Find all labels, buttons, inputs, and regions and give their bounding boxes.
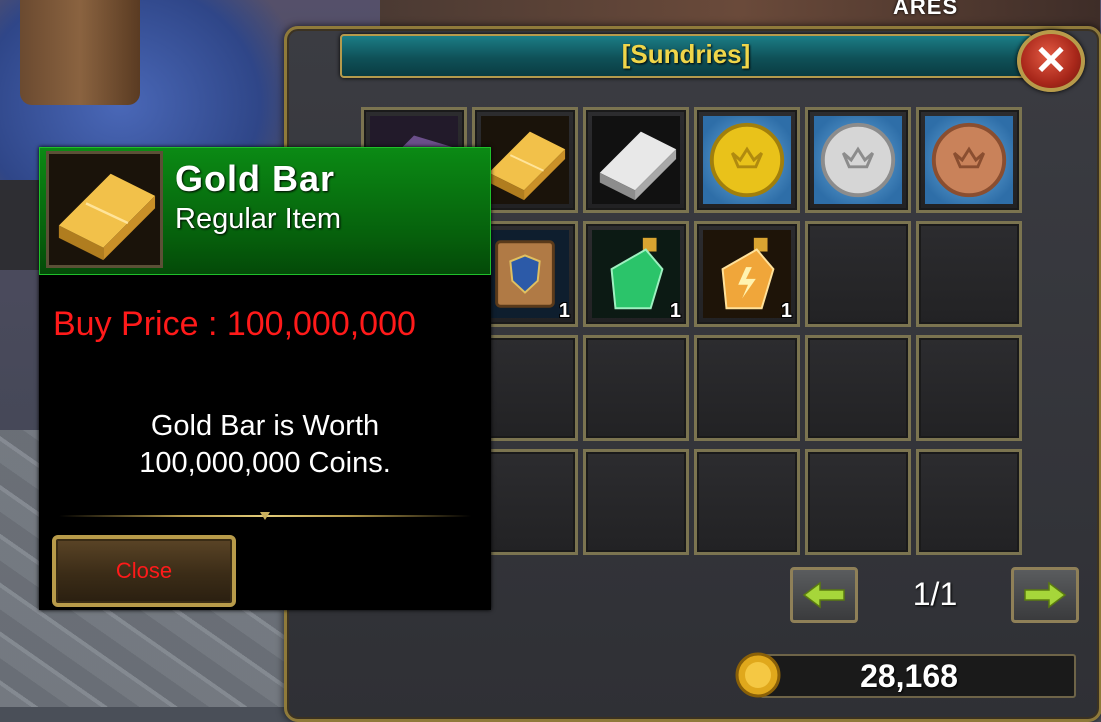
prev-page-button[interactable] — [790, 567, 858, 623]
silver-bar-icon — [592, 116, 680, 204]
tooltip-header: Gold Bar Regular Item — [39, 147, 491, 275]
inventory-slot[interactable] — [916, 107, 1022, 213]
next-page-button[interactable] — [1011, 567, 1079, 623]
close-panel-button[interactable]: ✕ — [1017, 30, 1085, 92]
gold-bar-icon — [481, 116, 569, 204]
item-description-line: Gold Bar is Worth — [150, 410, 380, 442]
inventory-slot[interactable] — [583, 335, 689, 441]
shield-scroll-icon — [481, 230, 569, 318]
silver-coin-icon — [814, 116, 902, 204]
inventory-slot[interactable] — [583, 449, 689, 555]
inventory-slot[interactable] — [916, 221, 1022, 327]
tooltip-close-button[interactable]: Close — [52, 535, 236, 607]
panel-title: [Sundries] — [621, 39, 751, 69]
inventory-slot[interactable] — [694, 335, 800, 441]
tooltip-divider — [59, 512, 471, 520]
inventory-slot[interactable] — [805, 221, 911, 327]
inventory-slot[interactable] — [916, 449, 1022, 555]
gold-bar-icon — [49, 154, 160, 265]
inventory-slot[interactable]: 1 — [694, 221, 800, 327]
item-name: Gold Bar — [175, 158, 336, 199]
tooltip-close-label: Close — [115, 558, 173, 583]
background-post — [0, 180, 40, 270]
inventory-slot[interactable] — [583, 107, 689, 213]
arrow-left-icon — [802, 581, 845, 609]
panel-titlebar: [Sundries] — [340, 34, 1032, 78]
background-pillar — [20, 0, 140, 105]
item-quantity: 1 — [558, 300, 570, 322]
item-type: Regular Item — [175, 203, 342, 235]
item-quantity: 1 — [669, 300, 681, 322]
close-icon: ✕ — [1034, 39, 1068, 83]
item-description: Gold Bar is Worth 100,000,000 Coins. — [39, 408, 491, 482]
currency-amount: 28,168 — [860, 658, 958, 694]
arrow-right-icon — [1024, 581, 1067, 609]
page-indicator: 1/1 — [912, 576, 958, 612]
green-potion-icon — [592, 230, 680, 318]
item-buy-price: Buy Price : 100,000,000 — [53, 305, 416, 343]
gold-coin-icon — [703, 116, 791, 204]
item-tooltip: Gold Bar Regular Item Buy Price : 100,00… — [39, 147, 491, 610]
inventory-slot[interactable] — [805, 107, 911, 213]
inventory-slot[interactable] — [694, 107, 800, 213]
inventory-slot[interactable] — [916, 335, 1022, 441]
tooltip-item-frame — [46, 151, 163, 268]
player-name-partial: ARES — [893, 0, 959, 19]
inventory-slot[interactable] — [805, 449, 911, 555]
item-quantity: 1 — [780, 300, 792, 322]
gold-coin-icon — [735, 652, 781, 698]
orange-potion-icon — [703, 230, 791, 318]
currency-display: 28,168 — [760, 654, 1076, 698]
inventory-slot[interactable] — [805, 335, 911, 441]
item-description-line: 100,000,000 Coins. — [139, 447, 391, 479]
inventory-slot[interactable]: 1 — [583, 221, 689, 327]
divider-ornament — [260, 512, 270, 520]
bronze-coin-icon — [925, 116, 1013, 204]
inventory-slot[interactable] — [694, 449, 800, 555]
